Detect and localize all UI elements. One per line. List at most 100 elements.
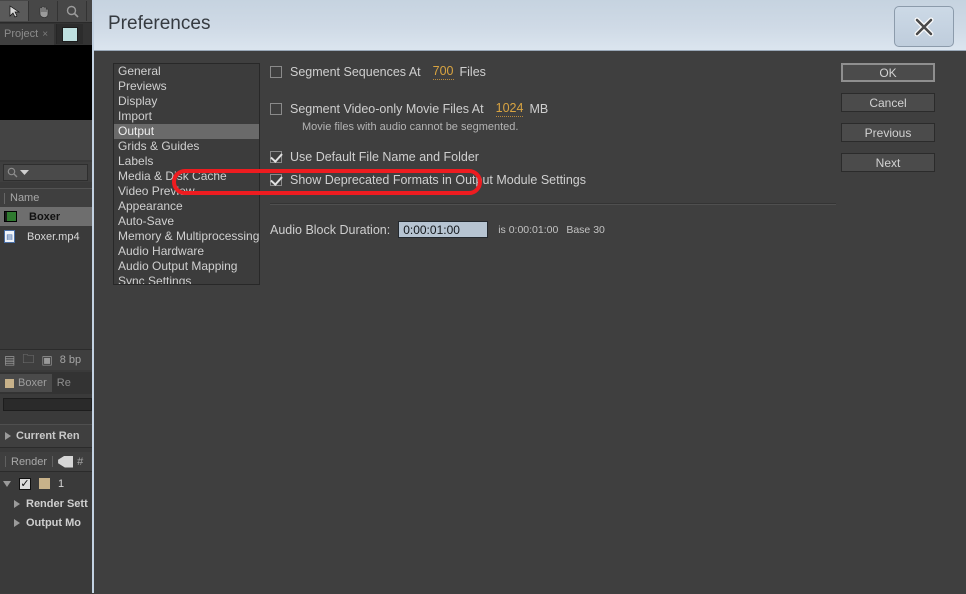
tab-boxer-label: Boxer <box>18 377 47 389</box>
segment-movies-unit: MB <box>529 102 549 116</box>
audio-block-duration-label: Audio Block Duration: <box>270 222 391 237</box>
new-folder-icon[interactable]: 🗀 <box>22 350 34 371</box>
column-header-hash: # <box>77 455 84 468</box>
category-item-display[interactable]: Display <box>114 94 259 109</box>
category-item-media-disk-cache[interactable]: Media & Disk Cache <box>114 169 259 184</box>
segment-movies-row: Segment Video-only Movie Files At 1024 M… <box>270 100 836 118</box>
segment-sequences-unit: Files <box>459 65 486 79</box>
close-icon <box>914 17 934 36</box>
disclosure-triangle-icon[interactable] <box>14 499 20 508</box>
disclosure-triangle-icon[interactable] <box>14 518 20 527</box>
render-queue-row[interactable]: ✓ 1 <box>0 474 92 493</box>
category-list[interactable]: General Previews Display Import Output G… <box>113 63 260 285</box>
category-item-memory-multiprocessing[interactable]: Memory & Multiprocessing <box>114 229 259 244</box>
composition-icon <box>4 211 17 222</box>
dialog-title: Preferences <box>108 13 211 34</box>
zoom-magnifier-icon[interactable] <box>58 1 87 21</box>
file-icon: ▤ <box>4 230 15 243</box>
footage-icon[interactable]: ▣ <box>41 353 52 367</box>
close-icon[interactable]: × <box>42 29 48 40</box>
tools-panel <box>0 0 92 23</box>
selection-arrow-icon[interactable] <box>0 1 29 21</box>
tab-project[interactable]: Project × <box>0 23 55 45</box>
list-item-boxer[interactable]: Boxer <box>0 207 92 226</box>
category-item-output[interactable]: Output <box>114 124 259 139</box>
search-input[interactable] <box>3 163 88 181</box>
current-render-label: Current Ren <box>16 430 80 442</box>
list-item-boxer-mp4[interactable]: ▤ Boxer.mp4 <box>0 227 92 246</box>
bit-depth-label[interactable]: 8 bp <box>60 354 81 366</box>
audio-block-duration-input[interactable]: 0:00:01:00 <box>398 221 489 238</box>
category-item-general[interactable]: General <box>114 64 259 79</box>
disclosure-triangle-icon[interactable] <box>3 480 11 487</box>
column-divider <box>5 456 6 467</box>
segment-sequences-value[interactable]: 700 <box>432 64 454 80</box>
color-swatch-button[interactable] <box>56 24 84 44</box>
category-item-previews[interactable]: Previews <box>114 79 259 94</box>
show-deprecated-label: Show Deprecated Formats in Output Module… <box>290 173 586 187</box>
dialog-title-bar[interactable]: Preferences <box>94 0 966 51</box>
segment-sequences-checkbox[interactable] <box>270 66 282 78</box>
tab-boxer-timeline[interactable]: Boxer <box>0 374 52 392</box>
render-settings-row[interactable]: Render Sett <box>0 494 92 513</box>
category-item-auto-save[interactable]: Auto-Save <box>114 214 259 229</box>
comp-swatch <box>5 378 14 388</box>
timeline-ruler[interactable] <box>3 398 92 411</box>
project-column-header[interactable]: Name <box>0 188 92 208</box>
show-deprecated-row: Show Deprecated Formats in Output Module… <box>270 171 836 189</box>
category-item-appearance[interactable]: Appearance <box>114 199 259 214</box>
segment-movies-label: Segment Video-only Movie Files At <box>290 102 484 116</box>
category-item-audio-hardware[interactable]: Audio Hardware <box>114 244 259 259</box>
category-item-labels[interactable]: Labels <box>114 154 259 169</box>
tab-render-queue-label: Re <box>56 377 71 389</box>
chevron-down-icon <box>20 169 29 175</box>
audio-block-duration-base: Base 30 <box>566 223 605 236</box>
timeline-tabrow: Boxer Re <box>0 372 92 394</box>
column-divider <box>4 192 5 204</box>
tab-project-label: Project <box>4 28 39 40</box>
category-item-import[interactable]: Import <box>114 109 259 124</box>
column-header-render: Render <box>11 455 48 468</box>
section-divider <box>270 203 836 205</box>
column-header-name: Name <box>10 192 40 204</box>
project-panel-tabrow: Project × <box>0 23 92 46</box>
hand-icon[interactable] <box>29 1 58 21</box>
project-thumbnail-preview <box>0 45 92 120</box>
segment-movies-value[interactable]: 1024 <box>495 101 524 117</box>
output-module-label: Output Mo <box>26 516 81 529</box>
disclosure-triangle-icon[interactable] <box>5 432 11 440</box>
new-comp-icon[interactable]: ▤ <box>4 353 15 367</box>
render-row-number: 1 <box>58 477 65 490</box>
dialog-body: General Previews Display Import Output G… <box>94 51 966 594</box>
project-search-row <box>0 162 92 182</box>
audio-block-duration-suffix: is 0:00:01:00 <box>498 223 559 236</box>
list-item-label: Boxer <box>29 210 61 223</box>
cancel-button[interactable]: Cancel <box>841 93 935 112</box>
segment-movies-note: Movie files with audio cannot be segment… <box>302 121 519 133</box>
tag-icon <box>58 455 74 468</box>
category-item-grids-guides[interactable]: Grids & Guides <box>114 139 259 154</box>
color-swatch <box>62 26 79 42</box>
column-divider <box>52 456 54 467</box>
use-default-name-row: Use Default File Name and Folder <box>270 148 836 166</box>
next-button[interactable]: Next <box>841 153 935 172</box>
show-deprecated-checkbox[interactable] <box>270 174 282 186</box>
tab-render-queue[interactable]: Re <box>52 374 76 392</box>
screen: Project × Name Boxer ▤ Boxer.mp4 ▤ 🗀 ▣ 8… <box>0 0 966 594</box>
segment-sequences-label: Segment Sequences At <box>290 65 421 79</box>
project-footer-bar: ▤ 🗀 ▣ 8 bp <box>0 349 96 370</box>
use-default-name-checkbox[interactable] <box>270 151 282 163</box>
current-render-header[interactable]: Current Ren <box>0 424 97 448</box>
close-button[interactable] <box>894 6 954 47</box>
category-item-video-preview[interactable]: Video Preview <box>114 184 259 199</box>
render-settings-label: Render Sett <box>26 497 88 510</box>
ok-button[interactable]: OK <box>841 63 935 82</box>
output-module-row[interactable]: Output Mo <box>0 513 92 532</box>
list-item-label: Boxer.mp4 <box>27 230 80 243</box>
category-item-sync-settings[interactable]: Sync Settings <box>114 274 259 284</box>
segment-movies-checkbox[interactable] <box>270 103 282 115</box>
category-item-audio-output-mapping[interactable]: Audio Output Mapping <box>114 259 259 274</box>
preferences-dialog: Preferences General Previews Display Imp… <box>92 0 966 594</box>
render-checkbox[interactable]: ✓ <box>19 477 31 490</box>
previous-button[interactable]: Previous <box>841 123 935 142</box>
